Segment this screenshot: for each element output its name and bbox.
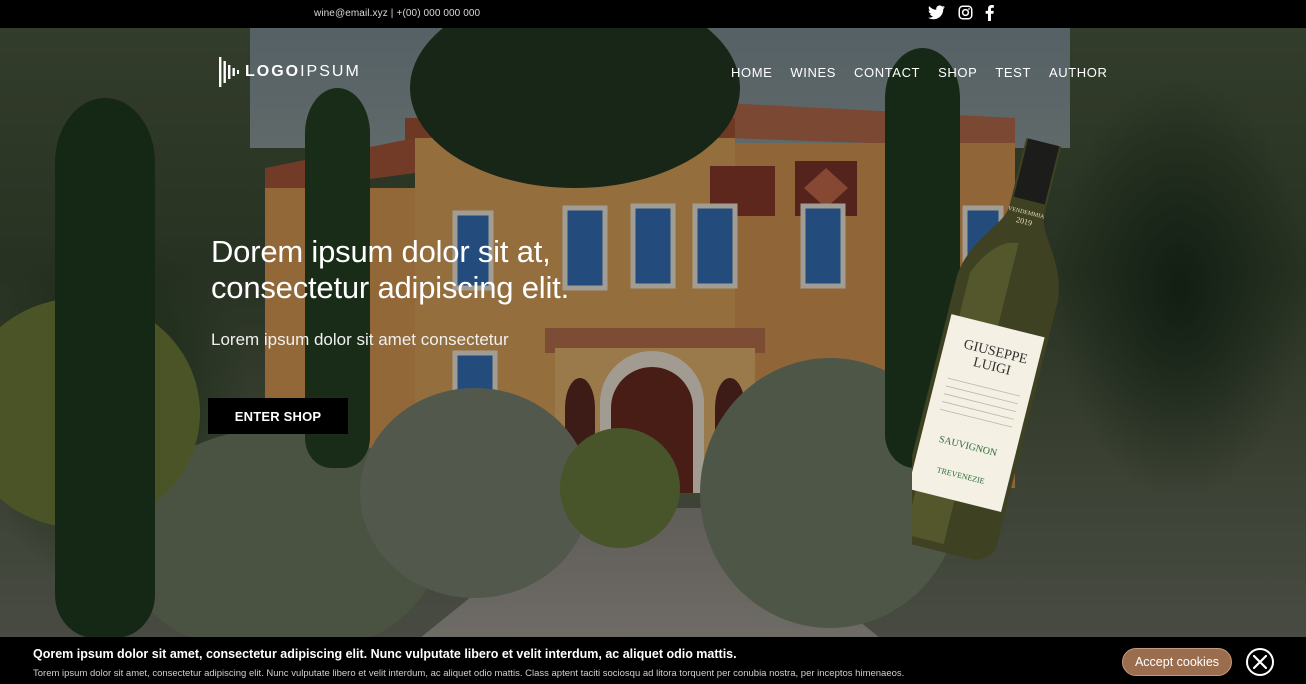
wine-bottle-image: VENDEMMIA 2019 GIUSEPPE LUIGI SAUVIGNON … [912,138,1062,560]
facebook-icon[interactable] [985,5,997,21]
cookie-banner: Qorem ipsum dolor sit amet, consectetur … [0,637,1306,684]
nav-test[interactable]: TEST [995,65,1031,80]
headline-line-2: consectetur adipiscing elit. [211,270,569,305]
contact-info: wine@email.xyz | +(00) 000 000 000 [314,8,480,19]
main-nav: HOME WINES CONTACT SHOP TEST AUTHOR [731,65,1125,80]
nav-home[interactable]: HOME [731,65,772,80]
nav-shop[interactable]: SHOP [938,65,977,80]
hero-subline: Lorem ipsum dolor sit amet consectetur [211,330,509,349]
nav-author[interactable]: AUTHOR [1049,65,1108,80]
hero-section [0,28,1306,637]
instagram-icon[interactable] [958,5,974,21]
cookie-title: Qorem ipsum dolor sit amet, consectetur … [33,647,737,661]
logo-bars-icon [219,57,239,87]
email-link[interactable]: wine@email.xyz [314,8,388,19]
accept-cookies-button[interactable]: Accept cookies [1122,648,1232,676]
phone-link[interactable]: +(00) 000 000 000 [397,8,481,19]
hero-overlay [0,28,1306,637]
top-contact-bar: wine@email.xyz | +(00) 000 000 000 [0,0,1306,28]
close-cookie-button[interactable] [1246,648,1274,676]
close-icon [1253,655,1267,669]
logo-text: LOGOIPSUM [245,63,361,80]
enter-shop-button[interactable]: ENTER SHOP [208,398,348,434]
logo[interactable]: LOGOIPSUM [219,57,361,87]
hero-headline: Dorem ipsum dolor sit at, consectetur ad… [211,234,569,306]
contact-separator: | [390,8,394,19]
nav-contact[interactable]: CONTACT [854,65,920,80]
nav-wines[interactable]: WINES [790,65,836,80]
twitter-icon[interactable] [928,5,946,23]
headline-line-1: Dorem ipsum dolor sit at, [211,234,551,269]
cookie-text: Torem ipsum dolor sit amet, consectetur … [33,668,905,679]
